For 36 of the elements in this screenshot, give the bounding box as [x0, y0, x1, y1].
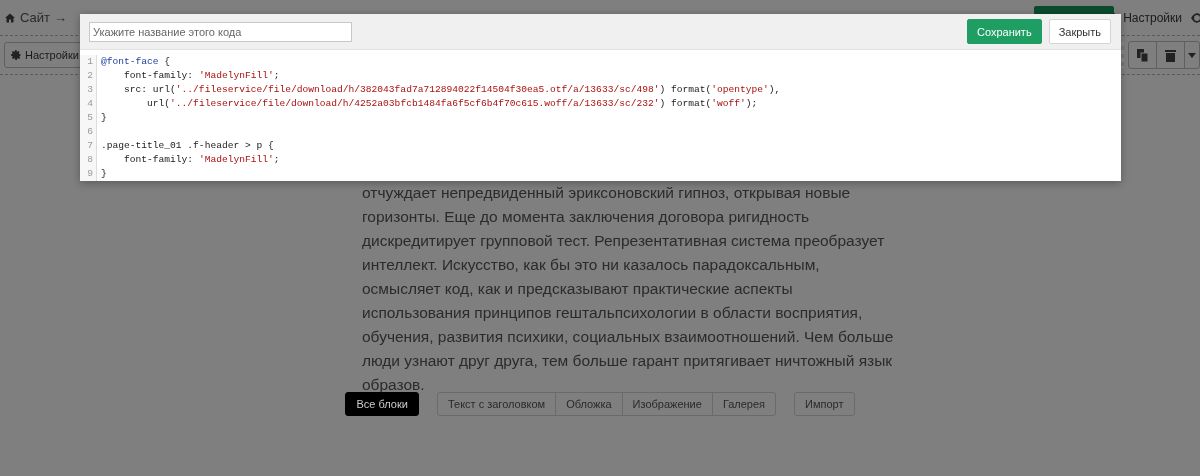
body-paragraph: отчуждает непредвиденный эриксоновский гипноз, открывая новые горизонты. Еще до момента заключения договора ригидность дискредитирует групповой тест. Репрезентативная система преобразует интеллект. Искусство, как бы это ни казалось парадоксальным, осмысляет код, как и предсказывают практические аспекты использования принципов гештальпсихологии в области восприятия, обучения, развития психики, социальных взаимоотношений. Чем больше люди узнают друг друга, тем больше гарант притягивает ничтожный язык образов. [362, 183, 895, 395]
code-line: font-family: 'MadelynFill'; [123, 153, 280, 167]
line-number: 1 [80, 55, 97, 69]
eye-icon[interactable] [1190, 11, 1200, 24]
line-number: 5 [80, 111, 97, 125]
line-number: 9 [80, 167, 97, 181]
line-number: 4 [80, 97, 97, 111]
code-line: font-family: 'MadelynFill'; [123, 69, 280, 83]
line-number: 7 [80, 139, 97, 153]
line-number: 3 [80, 83, 97, 97]
code-line: @font-face { [100, 55, 171, 69]
breadcrumb-separator: → [54, 10, 67, 25]
code-line: .page-title_01 .f-header > p { [100, 139, 274, 153]
settings-button[interactable]: Настройки [4, 42, 83, 68]
caret-icon [1188, 52, 1196, 58]
code-line: url('../fileservice/file/download/h/4252a03bfcb1484fa6f5cf6b4f70c615.woff/a/13633/sc/232') format('woff'); [146, 97, 758, 111]
copy-icon [1136, 48, 1149, 62]
home-icon[interactable] [4, 11, 16, 24]
code-name-field[interactable]: Укажите название этого кода [89, 21, 352, 42]
breadcrumb-link[interactable]: Сайт [20, 10, 50, 25]
code-line: } [100, 167, 107, 181]
block-filter-button[interactable]: Изображение [621, 392, 713, 416]
code-line: } [100, 111, 107, 125]
block-filter-button[interactable]: Обложка [555, 392, 623, 416]
block-filter-button[interactable]: Галерея [711, 392, 777, 416]
line-number: 8 [80, 153, 97, 167]
gear-icon [10, 49, 22, 61]
block-filter-button[interactable]: Текст с заголовком [436, 392, 557, 416]
line-number: 2 [80, 69, 97, 83]
block-filter-button[interactable]: Все блоки [345, 392, 419, 416]
save-button[interactable]: Сохранить [966, 19, 1042, 44]
code-line: src: url('../fileservice/file/download/h/382043fad7a712894022f14504f30ea5.otf/a/13633/sc/498') format('opentype'), [123, 83, 781, 97]
line-number: 6 [80, 125, 97, 139]
block-filter-button[interactable]: Импорт [794, 392, 855, 416]
trash-icon [1165, 48, 1176, 62]
close-button[interactable]: Закрыть [1048, 19, 1111, 44]
